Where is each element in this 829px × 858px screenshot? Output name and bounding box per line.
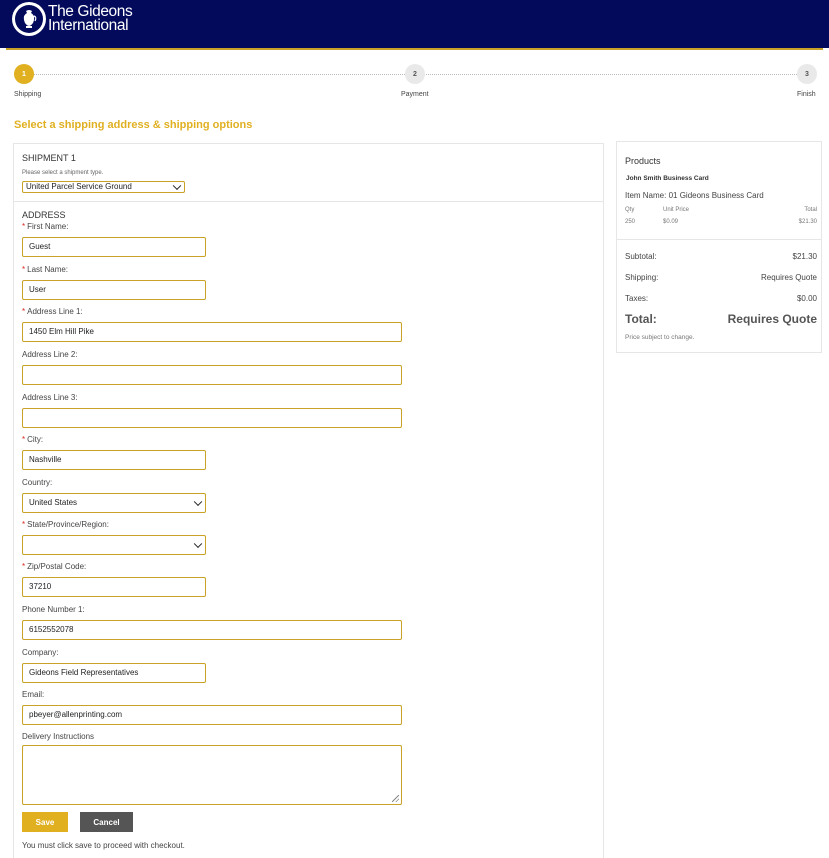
city-field[interactable]: Nashville xyxy=(22,450,206,470)
phone-label: Phone Number 1: xyxy=(22,605,85,614)
address-line1-field[interactable]: 1450 Elm Hill Pike xyxy=(22,322,402,342)
label-text: Last Name: xyxy=(27,265,69,274)
step-number: 2 xyxy=(405,64,425,84)
email-label: Email: xyxy=(22,690,45,699)
total-row: Total: Requires Quote xyxy=(625,312,817,326)
required-marker: * xyxy=(22,222,26,231)
taxes-label: Taxes: xyxy=(625,294,649,303)
brand-name-line2: International xyxy=(48,17,129,34)
save-button[interactable]: Save xyxy=(22,812,68,832)
email-field[interactable]: pbeyer@allenprinting.com xyxy=(22,705,402,725)
zip-field[interactable]: 37210 xyxy=(22,577,206,597)
save-note: You must click save to proceed with chec… xyxy=(22,841,185,850)
country-select[interactable]: United States xyxy=(22,493,206,513)
shipment-type-hint: Please select a shipment type. xyxy=(22,170,104,176)
item-name: Item Name: 01 Gideons Business Card xyxy=(625,191,764,200)
summary-divider xyxy=(617,239,821,240)
total-label: Total: xyxy=(625,312,657,326)
country-value: United States xyxy=(29,498,78,507)
chevron-down-icon xyxy=(193,539,203,549)
total-value: Requires Quote xyxy=(727,312,817,326)
header-divider xyxy=(6,48,823,50)
state-select[interactable] xyxy=(22,535,206,555)
company-field[interactable]: Gideons Field Representatives xyxy=(22,663,206,683)
brand-name: The Gideons International xyxy=(48,4,133,34)
subtotal-value: $21.30 xyxy=(792,252,817,261)
subtotal-row: Subtotal: $21.30 xyxy=(625,252,817,261)
first-name-field[interactable]: Guest xyxy=(22,237,206,257)
shipping-row: Shipping: Requires Quote xyxy=(625,273,817,282)
last-name-field[interactable]: User xyxy=(22,280,206,300)
unit-price-cell: $0.09 xyxy=(663,219,679,225)
label-text: State/Province/Region: xyxy=(27,520,109,529)
shipment-type-value: United Parcel Service Ground xyxy=(26,182,132,191)
products-title: Products xyxy=(625,156,661,166)
cancel-button[interactable]: Cancel xyxy=(80,812,133,832)
delivery-instructions-field[interactable] xyxy=(22,745,402,805)
required-marker: * xyxy=(22,307,26,316)
address-line3-field[interactable] xyxy=(22,408,402,428)
country-label: Country: xyxy=(22,478,53,487)
shipment-type-select[interactable]: United Parcel Service Ground xyxy=(22,181,185,193)
gideons-logo[interactable]: The Gideons International xyxy=(12,2,133,36)
total-header: Total xyxy=(804,207,817,213)
state-label: * State/Province/Region: xyxy=(22,520,109,529)
section-divider xyxy=(14,201,603,202)
unit-price-header: Unit Price xyxy=(663,207,690,213)
step-label: Shipping xyxy=(14,91,42,98)
step-payment: 2 Payment xyxy=(401,64,429,98)
label-text: First Name: xyxy=(27,222,69,231)
order-summary-panel: Products John Smith Business Card Item N… xyxy=(616,141,822,353)
chevron-down-icon xyxy=(193,497,203,507)
delivery-instructions-label: Delivery Instructions xyxy=(22,732,95,741)
last-name-label: * Last Name: xyxy=(22,265,68,274)
step-shipping: 1 Shipping xyxy=(14,64,41,98)
shipping-value: Requires Quote xyxy=(760,273,817,282)
subtotal-label: Subtotal: xyxy=(625,252,657,261)
total-cell: $21.30 xyxy=(798,219,817,225)
checkout-progress: 1 Shipping 2 Payment 3 Finish xyxy=(0,64,829,104)
label-text: City: xyxy=(27,435,44,444)
taxes-value: $0.00 xyxy=(796,294,817,303)
city-label: * City: xyxy=(22,435,43,444)
taxes-row: Taxes: $0.00 xyxy=(625,294,817,303)
address-line2-label: Address Line 2: xyxy=(22,350,78,359)
label-text: Zip/Postal Code: xyxy=(27,562,87,571)
pitcher-lamp-icon xyxy=(12,2,46,36)
site-header: The Gideons International xyxy=(0,0,829,48)
address-line1-label: * Address Line 1: xyxy=(22,307,83,316)
first-name-label: * First Name: xyxy=(22,222,68,231)
step-label: Finish xyxy=(797,91,816,98)
address-line2-field[interactable] xyxy=(22,365,402,385)
required-marker: * xyxy=(22,265,26,274)
required-marker: * xyxy=(22,562,26,571)
product-name: John Smith Business Card xyxy=(626,175,709,182)
qty-header: Qty xyxy=(625,207,635,213)
required-marker: * xyxy=(22,520,26,529)
step-number: 1 xyxy=(14,64,34,84)
page-title: Select a shipping address & shipping opt… xyxy=(14,119,253,131)
label-text: Address Line 1: xyxy=(27,307,83,316)
step-finish: 3 Finish xyxy=(797,64,817,98)
chevron-down-icon xyxy=(172,181,182,191)
address-line3-label: Address Line 3: xyxy=(22,393,78,402)
shipment-title: SHIPMENT 1 xyxy=(22,153,76,163)
price-note: Price subject to change. xyxy=(625,334,695,341)
required-marker: * xyxy=(22,435,26,444)
step-label: Payment xyxy=(401,91,429,98)
step-number: 3 xyxy=(797,64,817,84)
phone-field[interactable]: 6152552078 xyxy=(22,620,402,640)
shipping-form-panel: SHIPMENT 1 Please select a shipment type… xyxy=(13,143,604,858)
address-title: ADDRESS xyxy=(22,210,66,220)
zip-label: * Zip/Postal Code: xyxy=(22,562,86,571)
company-label: Company: xyxy=(22,648,59,657)
qty-cell: 250 xyxy=(625,219,636,225)
shipping-label: Shipping: xyxy=(625,273,659,282)
resize-handle-icon[interactable] xyxy=(392,795,399,802)
